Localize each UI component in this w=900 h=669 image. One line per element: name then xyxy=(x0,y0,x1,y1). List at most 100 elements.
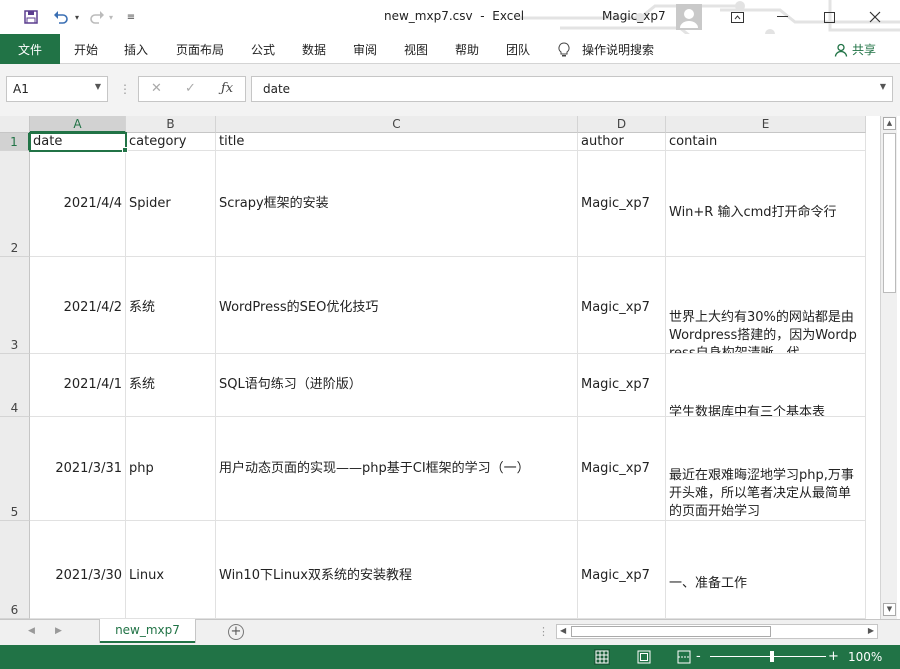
zoom-slider-track[interactable] xyxy=(710,656,826,657)
column-header-c[interactable]: C xyxy=(216,116,578,133)
insert-function-icon[interactable]: ƒx xyxy=(221,81,233,96)
cell-text: title xyxy=(219,134,245,149)
cell-contain[interactable]: 最近在艰难晦涩地学习php,万事开头难，所以笔者决定从最简单的页面开始学习 xyxy=(666,417,866,521)
row-header-1[interactable]: 1 xyxy=(0,133,30,151)
cell-author[interactable]: Magic_xp7 xyxy=(578,151,666,257)
cell-date[interactable]: 2021/4/2 xyxy=(30,257,126,354)
row-header-4[interactable]: 4 xyxy=(0,354,30,417)
cell-category[interactable]: 系统 xyxy=(126,257,216,354)
scroll-left-icon[interactable]: ◀ xyxy=(560,626,566,635)
cell-author[interactable]: Magic_xp7 xyxy=(578,257,666,354)
cell-category[interactable]: Spider xyxy=(126,151,216,257)
customize-quick-access-icon[interactable]: ≡ xyxy=(124,7,138,27)
tab-home[interactable]: 开始 xyxy=(74,41,98,58)
tab-splitter-icon[interactable]: ⋮ xyxy=(538,625,549,638)
cell-title[interactable]: Scrapy框架的安装 xyxy=(216,151,578,257)
cell-category[interactable]: 系统 xyxy=(126,354,216,417)
cell-contain[interactable]: contain xyxy=(666,133,866,151)
cell-author[interactable]: Magic_xp7 xyxy=(578,417,666,521)
undo-icon[interactable] xyxy=(50,7,72,27)
redo-dropdown-icon[interactable]: ▾ xyxy=(106,7,116,27)
cell-date[interactable]: 2021/3/31 xyxy=(30,417,126,521)
cell-text: php xyxy=(129,461,154,476)
tab-help[interactable]: 帮助 xyxy=(455,41,479,58)
expand-formula-bar-icon[interactable]: ▼ xyxy=(880,82,886,91)
cell-contain[interactable]: 学生数据库中有三个基本表 xyxy=(666,354,866,417)
select-all-corner[interactable] xyxy=(0,116,30,133)
cell-category[interactable]: category xyxy=(126,133,216,151)
row-header-6[interactable]: 6 xyxy=(0,521,30,619)
add-sheet-icon[interactable]: + xyxy=(228,624,244,640)
scroll-down-icon[interactable]: ▼ xyxy=(883,603,896,616)
cell-date[interactable]: 2021/4/1 xyxy=(30,354,126,417)
horizontal-scrollbar[interactable]: ◀ ▶ xyxy=(556,624,878,639)
avatar[interactable] xyxy=(676,4,702,30)
tell-me-search[interactable]: 操作说明搜索 xyxy=(558,41,654,58)
tab-data[interactable]: 数据 xyxy=(302,41,326,58)
cell-title[interactable]: title xyxy=(216,133,578,151)
page-layout-view-icon[interactable] xyxy=(636,649,652,665)
cell-category[interactable]: Linux xyxy=(126,521,216,619)
fill-handle[interactable] xyxy=(122,147,128,153)
minimize-icon[interactable] xyxy=(760,0,806,34)
zoom-in-button[interactable]: + xyxy=(828,649,839,664)
row-header-2[interactable]: 2 xyxy=(0,151,30,257)
cell-date[interactable]: 2021/4/4 xyxy=(30,151,126,257)
zoom-level[interactable]: 100% xyxy=(848,650,882,664)
tab-team[interactable]: 团队 xyxy=(506,41,530,58)
tab-review[interactable]: 审阅 xyxy=(353,41,377,58)
row-header-3[interactable]: 3 xyxy=(0,257,30,354)
previous-sheet-icon[interactable]: ◀ xyxy=(28,626,35,636)
column-header-a[interactable]: A xyxy=(30,116,126,133)
chevron-down-icon[interactable]: ▼ xyxy=(95,82,101,91)
user-name[interactable]: Magic_xp7 xyxy=(602,9,666,23)
redo-icon[interactable] xyxy=(86,7,108,27)
formula-bar-splitter-icon[interactable]: ⋮ xyxy=(119,82,131,96)
cell-category[interactable]: php xyxy=(126,417,216,521)
page-break-preview-icon[interactable] xyxy=(676,649,692,665)
name-box[interactable]: A1 ▼ xyxy=(6,76,108,102)
worksheet-grid[interactable]: ABCDE 1 2 3 4 5 6 date category title author cont… xyxy=(0,116,880,619)
column-header-e[interactable]: E xyxy=(666,116,866,133)
zoom-slider-thumb[interactable] xyxy=(770,651,774,662)
cell-date[interactable]: 2021/3/30 xyxy=(30,521,126,619)
horizontal-scroll-thumb[interactable] xyxy=(571,626,771,637)
scroll-up-icon[interactable]: ▲ xyxy=(883,117,896,130)
vertical-scroll-thumb[interactable] xyxy=(883,133,896,293)
tab-view[interactable]: 视图 xyxy=(404,41,428,58)
cell-author[interactable]: Magic_xp7 xyxy=(578,354,666,417)
cell-title[interactable]: 用户动态页面的实现——php基于CI框架的学习（一） xyxy=(216,417,578,521)
row-header-5[interactable]: 5 xyxy=(0,417,30,521)
cell-contain[interactable]: Win+R 输入cmd打开命令行 xyxy=(666,151,866,257)
tab-page-layout[interactable]: 页面布局 xyxy=(176,41,224,58)
vertical-scrollbar[interactable]: ▲ ▼ xyxy=(880,116,897,619)
tab-file[interactable]: 文件 xyxy=(0,34,60,64)
normal-view-icon[interactable] xyxy=(594,649,610,665)
cell-title[interactable]: Win10下Linux双系统的安装教程 xyxy=(216,521,578,619)
maximize-icon[interactable] xyxy=(806,0,852,34)
cell-title[interactable]: SQL语句练习（进阶版） xyxy=(216,354,578,417)
zoom-out-button[interactable]: - xyxy=(696,649,701,664)
undo-dropdown-icon[interactable]: ▾ xyxy=(72,7,82,27)
save-icon[interactable] xyxy=(20,7,42,27)
close-icon[interactable] xyxy=(852,0,898,34)
enter-icon[interactable]: ✓ xyxy=(185,81,196,96)
scroll-right-icon[interactable]: ▶ xyxy=(868,626,874,635)
tab-insert[interactable]: 插入 xyxy=(124,41,148,58)
column-header-d[interactable]: D xyxy=(578,116,666,133)
cell-author[interactable]: Magic_xp7 xyxy=(578,521,666,619)
ribbon-display-options-icon[interactable] xyxy=(714,0,760,34)
cell-date[interactable]: date xyxy=(29,132,127,152)
next-sheet-icon[interactable]: ▶ xyxy=(55,626,62,636)
tab-formulas[interactable]: 公式 xyxy=(251,41,275,58)
formula-input[interactable]: date ▼ xyxy=(251,76,893,102)
cancel-icon[interactable]: ✕ xyxy=(151,81,162,96)
cell-title[interactable]: WordPress的SEO优化技巧 xyxy=(216,257,578,354)
column-header-b[interactable]: B xyxy=(126,116,216,133)
share-button[interactable]: 共享 xyxy=(834,41,876,58)
cell-contain[interactable]: 世界上大约有30%的网站都是由Wordpress搭建的，因为Wordpress自… xyxy=(666,257,866,354)
cell-author[interactable]: author xyxy=(578,133,666,151)
cell-text: date xyxy=(33,134,63,149)
sheet-tab-new-mxp7[interactable]: new_mxp7 xyxy=(100,619,195,643)
cell-contain[interactable]: 一、准备工作 xyxy=(666,521,866,619)
